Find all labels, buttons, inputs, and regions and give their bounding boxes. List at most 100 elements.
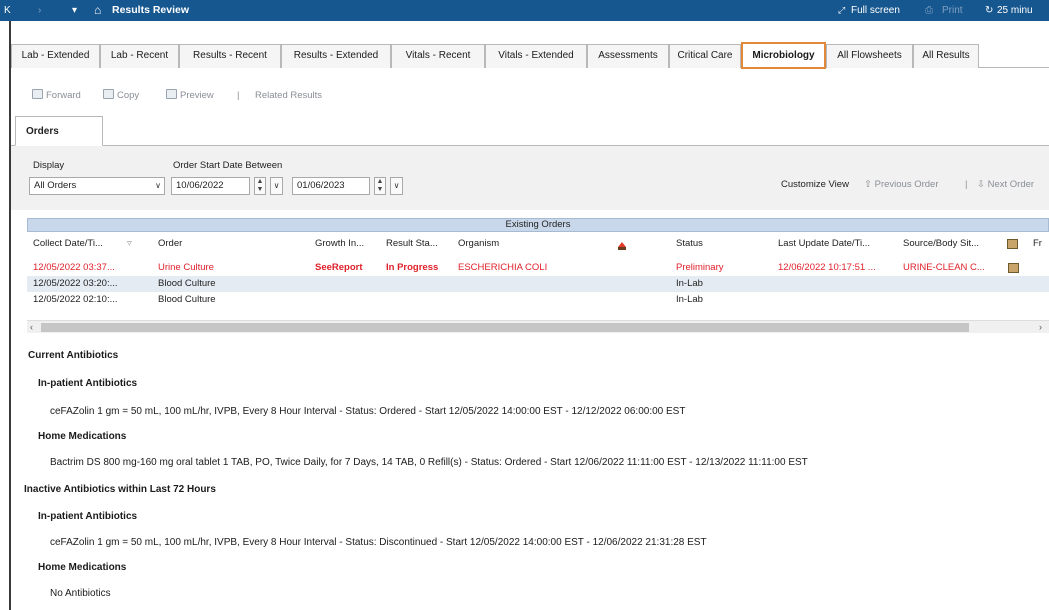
col-order[interactable]: Order (158, 232, 182, 256)
next-order-label: Next Order (987, 179, 1035, 190)
scroll-right-icon[interactable]: › (1039, 321, 1042, 334)
cell-status: In-Lab (676, 294, 703, 305)
cell-status: Preliminary (676, 262, 724, 273)
start-date-spinner[interactable]: ▲ ▼ (254, 177, 266, 195)
start-date-input[interactable]: 10/06/2022 (171, 177, 250, 195)
home-icon[interactable]: ⌂ (94, 0, 101, 21)
culture-plate-icon (618, 242, 626, 250)
display-label: Display (33, 160, 65, 171)
toolbar-separator: | (237, 90, 240, 101)
date-range-label: Order Start Date Between (173, 160, 283, 171)
left-border (9, 21, 11, 610)
scrollbar-thumb[interactable] (41, 323, 969, 332)
tab-all-results[interactable]: All Results (913, 44, 979, 68)
scroll-left-icon[interactable]: ‹ (30, 321, 33, 334)
book-icon (1007, 239, 1018, 249)
cell-collect-date: 12/05/2022 03:37... (33, 262, 115, 273)
col-source-body-site[interactable]: Source/Body Sit... (903, 232, 979, 256)
horizontal-scrollbar[interactable]: ‹ › (27, 320, 1049, 333)
inactive-inpatient-heading: In-patient Antibiotics (38, 511, 138, 522)
col-last-update[interactable]: Last Update Date/Ti... (778, 232, 870, 256)
page-title: Results Review (112, 4, 190, 16)
display-select[interactable]: All Orders ∨ (29, 177, 165, 195)
filter-panel (11, 146, 1049, 210)
preview-icon (166, 89, 177, 99)
inactive-inpatient-text: ceFAZolin 1 gm = 50 mL, 100 mL/hr, IVPB,… (50, 537, 707, 548)
tab-lab-extended[interactable]: Lab - Extended (11, 44, 100, 68)
col-growth-indicator[interactable]: Growth In... (315, 232, 364, 256)
title-bar: K › ▾ ⌂ Results Review ⤢ Full screen ⎙ P… (0, 0, 1049, 21)
inactive-home-meds-heading: Home Medications (38, 562, 127, 573)
tab-critical-care[interactable]: Critical Care (669, 44, 741, 68)
forward-button[interactable]: › (38, 0, 41, 21)
tab-vitals-extended[interactable]: Vitals - Extended (485, 44, 587, 68)
cell-collect-date: 12/05/2022 03:20:... (33, 278, 118, 289)
cell-organism: ESCHERICHIA COLI (458, 262, 548, 273)
tab-orders[interactable]: Orders (15, 116, 103, 146)
start-date-value: 10/06/2022 (176, 180, 224, 191)
existing-orders-header: Existing Orders (27, 218, 1049, 232)
tab-microbiology[interactable]: Microbiology (741, 42, 826, 69)
preview-label: Preview (180, 90, 214, 101)
order-nav-separator: | (965, 179, 968, 190)
previous-order-label: Previous Order (874, 179, 939, 190)
back-button[interactable]: K (4, 0, 11, 21)
display-select-value: All Orders (34, 180, 77, 191)
sort-icon: ▿ (127, 238, 132, 249)
cell-status: In-Lab (676, 278, 703, 289)
end-date-input[interactable]: 01/06/2023 (292, 177, 370, 195)
tab-results-recent[interactable]: Results - Recent (179, 44, 281, 68)
copy-label: Copy (117, 90, 140, 101)
current-inpatient-heading: In-patient Antibiotics (38, 378, 138, 389)
tab-assessments[interactable]: Assessments (587, 44, 669, 68)
table-row[interactable]: 12/05/2022 03:37... Urine Culture SeeRep… (27, 260, 1049, 276)
up-arrow-icon: ⇧ (864, 179, 875, 190)
tab-results-extended[interactable]: Results - Extended (281, 44, 391, 68)
cell-source: URINE-CLEAN C... (903, 262, 985, 273)
previous-order-button[interactable]: ⇧ Previous Order (864, 179, 939, 190)
current-home-meds-heading: Home Medications (38, 431, 127, 442)
end-date-spinner[interactable]: ▲ ▼ (374, 177, 386, 195)
next-order-button[interactable]: ⇩ Next Order (977, 179, 1034, 190)
cell-order: Blood Culture (158, 278, 216, 289)
copy-button[interactable]: Copy (103, 88, 139, 104)
col-fr[interactable]: Fr (1033, 232, 1042, 256)
print-icon: ⎙ (925, 5, 933, 16)
refresh-timer[interactable]: 25 minu (997, 0, 1033, 21)
book-icon[interactable] (1008, 263, 1019, 273)
inactive-home-meds-text: No Antibiotics (50, 588, 111, 599)
start-date-calendar-button[interactable]: ∨ (270, 177, 283, 195)
nav-dropdown-button[interactable]: ▾ (72, 0, 77, 21)
current-home-meds-text: Bactrim DS 800 mg-160 mg oral tablet 1 T… (50, 457, 808, 468)
tab-strip: Lab - Extended Lab - Recent Results - Re… (11, 42, 1049, 69)
col-collect-date[interactable]: Collect Date/Ti... (33, 232, 103, 256)
full-screen-button[interactable]: Full screen (851, 0, 900, 21)
cell-growth-indicator[interactable]: SeeReport (315, 260, 363, 276)
tab-all-flowsheets[interactable]: All Flowsheets (826, 44, 913, 68)
cell-order: Urine Culture (158, 262, 214, 273)
col-status[interactable]: Status (676, 232, 703, 256)
end-date-value: 01/06/2023 (297, 180, 345, 191)
print-button[interactable]: Print (942, 0, 963, 21)
col-result-status[interactable]: Result Sta... (386, 232, 438, 256)
cell-order: Blood Culture (158, 294, 216, 305)
table-row[interactable]: 12/05/2022 02:10:... Blood Culture In-La… (27, 292, 1049, 308)
copy-icon (103, 89, 114, 99)
current-inpatient-text: ceFAZolin 1 gm = 50 mL, 100 mL/hr, IVPB,… (50, 406, 686, 417)
forward-icon (32, 89, 43, 99)
col-organism[interactable]: Organism (458, 232, 499, 256)
cell-result-status: In Progress (386, 262, 439, 273)
tab-lab-recent[interactable]: Lab - Recent (100, 44, 179, 68)
table-row[interactable]: 12/05/2022 03:20:... Blood Culture In-La… (27, 276, 1049, 292)
forward-label: Forward (46, 90, 81, 101)
cell-collect-date: 12/05/2022 02:10:... (33, 294, 118, 305)
chevron-down-icon: ∨ (155, 181, 161, 190)
end-date-calendar-button[interactable]: ∨ (390, 177, 403, 195)
customize-view-button[interactable]: Customize View (781, 179, 849, 190)
tab-vitals-recent[interactable]: Vitals - Recent (391, 44, 485, 68)
full-screen-icon: ⤢ (838, 5, 846, 15)
related-results-button[interactable]: Related Results (255, 88, 322, 104)
preview-button[interactable]: Preview (166, 88, 214, 104)
forward-button[interactable]: Forward (32, 88, 81, 104)
inactive-antibiotics-heading: Inactive Antibiotics within Last 72 Hour… (24, 484, 216, 495)
